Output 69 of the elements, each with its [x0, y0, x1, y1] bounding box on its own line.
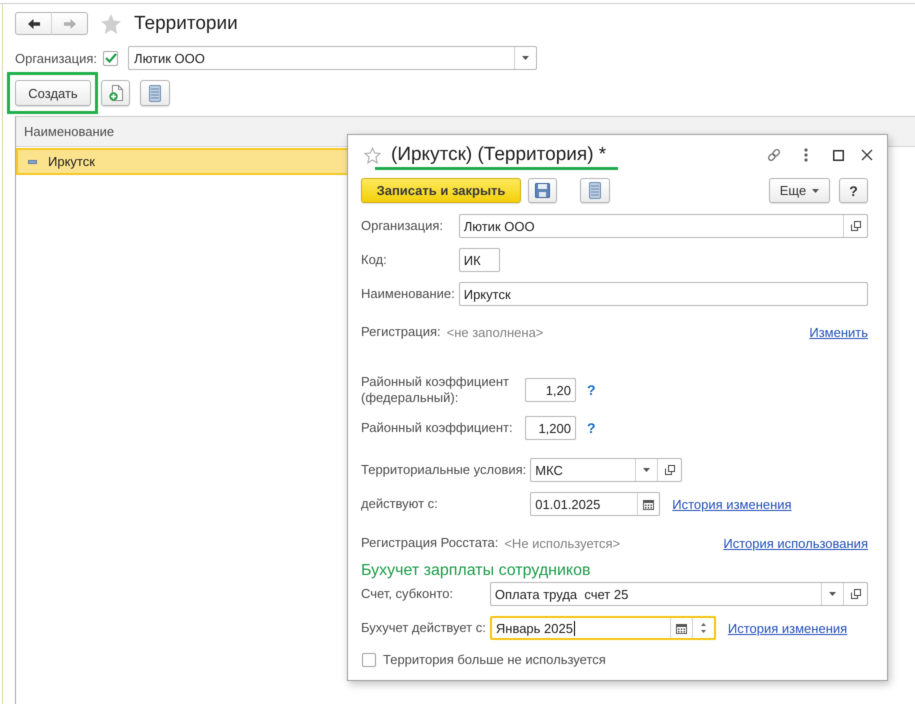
reference-field[interactable]: Лютик ООО [458, 214, 868, 238]
field-label: Районный коэффициент: [361, 420, 514, 436]
back-button[interactable] [15, 12, 52, 35]
hyperlink[interactable]: Изменить [809, 324, 868, 340]
checkbox-label: Территория больше не используется [383, 652, 606, 668]
list-icon [149, 84, 161, 102]
month-field[interactable]: Январь 2025 [490, 616, 716, 640]
save-icon [535, 183, 550, 198]
calendar-icon [643, 498, 654, 510]
list-button[interactable] [580, 178, 610, 203]
link-icon[interactable] [766, 147, 782, 163]
add-button[interactable] [101, 80, 130, 106]
save-and-close-button[interactable]: Записать и закрыть [361, 178, 521, 203]
maximize-icon[interactable] [833, 150, 844, 160]
help-button[interactable]: ? [839, 178, 868, 203]
squares-icon [850, 589, 860, 599]
more-icon[interactable] [804, 148, 808, 162]
up-down-icon [700, 621, 707, 635]
status-text: <Не используется> [504, 536, 620, 550]
select-field[interactable]: Оплата труда счет 25 [490, 582, 868, 606]
dash-icon [28, 160, 37, 164]
arrow-right-icon [62, 18, 76, 30]
help-link[interactable]: ? [587, 382, 596, 398]
checkbox[interactable] [362, 653, 376, 667]
section-heading: Бухучет зарплаты сотрудников [361, 561, 592, 580]
page-title: Территории [134, 12, 238, 34]
field-label: Наименование: [361, 286, 455, 302]
field-label: Территориальные условия: [361, 462, 526, 478]
calendar-icon [676, 622, 687, 634]
squares-icon [664, 465, 675, 475]
list-icon [589, 182, 601, 199]
help-link[interactable]: ? [587, 420, 596, 436]
filter-label: Организация: [15, 50, 98, 66]
caret-icon [643, 468, 650, 472]
close-icon[interactable] [861, 149, 873, 161]
select-field[interactable]: Лютик ООО [128, 46, 538, 70]
field-label: Счет, субконто: [361, 586, 454, 602]
create-button[interactable]: Создать [15, 80, 91, 106]
number-field[interactable]: 1,20 [525, 378, 576, 402]
star-icon[interactable] [364, 146, 381, 164]
field-label: Бухучет действует с: [361, 620, 486, 636]
squares-icon [850, 221, 860, 231]
select-field[interactable]: МКС [530, 458, 682, 482]
field-label: действуют с: [361, 496, 439, 512]
field-label: Регистрация: [361, 324, 441, 340]
field-label: Организация: [361, 218, 444, 234]
star-icon[interactable] [100, 12, 122, 34]
arrow-left-icon [26, 18, 40, 30]
text-cursor [574, 620, 575, 636]
hyperlink[interactable]: История изменения [672, 496, 792, 512]
number-field[interactable]: 1,200 [525, 416, 576, 440]
status-text: <не заполнена> [446, 324, 544, 340]
text-field[interactable]: Иркутск [458, 282, 868, 306]
list-button[interactable] [140, 80, 170, 106]
caret-icon [812, 188, 820, 192]
field-label: Регистрация Росстата: [361, 535, 498, 551]
checkmark-icon [104, 53, 117, 63]
caret-icon [829, 592, 836, 596]
date-field[interactable]: 01.01.2025 [530, 492, 660, 516]
field-label: Код: [361, 252, 388, 268]
hyperlink[interactable]: История изменения [728, 620, 848, 636]
hyperlink[interactable]: История использования [723, 536, 868, 550]
field-label: Районный коэффициент (федеральный): [361, 374, 510, 406]
document-plus-icon [108, 85, 122, 101]
code-field[interactable]: ИК [458, 248, 500, 272]
checkbox[interactable] [103, 50, 118, 66]
more-menu-button[interactable]: Еще [769, 178, 830, 203]
caret-icon [522, 56, 530, 60]
save-button[interactable] [528, 178, 557, 203]
